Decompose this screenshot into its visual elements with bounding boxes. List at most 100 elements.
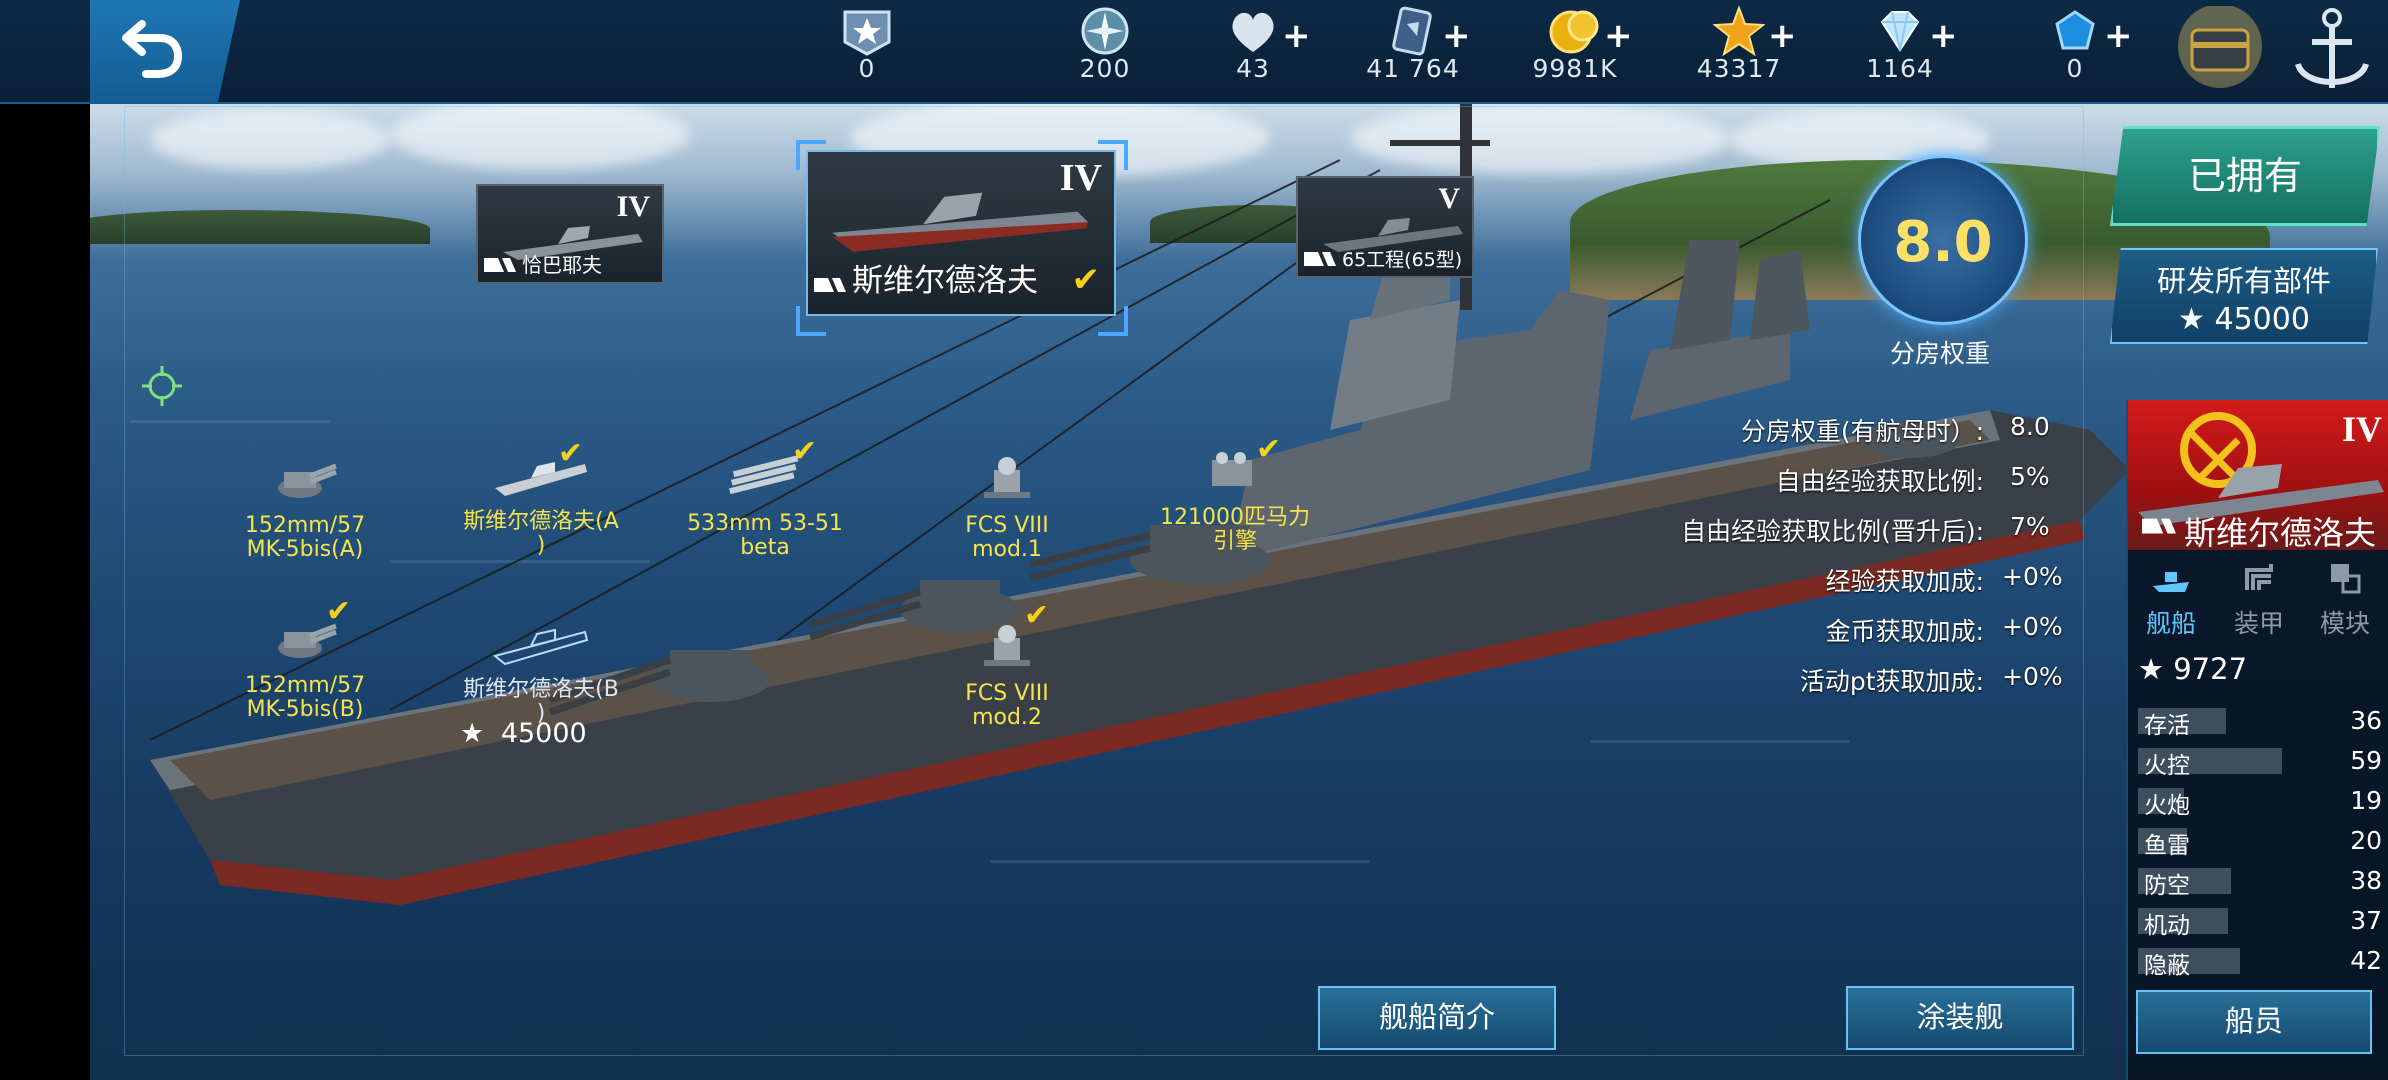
ship-points-value: 9727 xyxy=(2173,652,2248,686)
module-label: 斯维尔德洛夫(A ) xyxy=(463,509,619,558)
attribute-value: 20 xyxy=(2350,826,2382,855)
stat-row: 经验获取加成: +0% xyxy=(1600,558,2080,598)
add-diamond-button[interactable]: + xyxy=(1929,16,1958,56)
ship-card-name: 恰巴耶夫 xyxy=(522,253,602,277)
resource-value: 43317 xyxy=(1696,54,1782,83)
stat-key: 分房权重(有航母时）: xyxy=(1740,417,1984,446)
resource-rank: 0 xyxy=(792,0,942,104)
stat-row: 分房权重(有航母时）: 8.0 xyxy=(1600,408,2080,448)
armor-tab-icon xyxy=(2245,564,2273,590)
stat-value: +0% xyxy=(2002,612,2063,641)
stat-row: 金币获取加成: +0% xyxy=(1600,608,2080,648)
module-label: 533mm 53-51 beta xyxy=(687,511,843,560)
resource-value: 41 764 xyxy=(1366,54,1460,83)
attribute-value: 37 xyxy=(2350,906,2382,935)
attribute-label: 鱼雷 xyxy=(2144,833,2190,859)
compass-icon xyxy=(1081,7,1129,55)
research-all-cost-value: 45000 xyxy=(2214,302,2310,337)
add-gem-button[interactable]: + xyxy=(2104,16,2133,56)
anchor-icon[interactable] xyxy=(2284,4,2380,100)
attribute-value: 38 xyxy=(2350,866,2382,895)
resource-coin[interactable]: + 9981K xyxy=(1500,0,1650,104)
add-card-button[interactable]: + xyxy=(1442,16,1471,56)
attribute-value: 59 xyxy=(2350,746,2382,775)
module-cost: ★ 45000 xyxy=(460,718,587,749)
module-label: FCS VIII mod.2 xyxy=(965,681,1049,730)
researched-check-icon: ✔ xyxy=(558,436,584,471)
tab-ship[interactable]: 舰船 xyxy=(2128,558,2214,638)
attribute-row: 存活 36 xyxy=(2138,704,2382,739)
attribute-value: 42 xyxy=(2350,946,2382,975)
back-arrow-icon[interactable] xyxy=(108,16,188,86)
module-fcs-2[interactable]: FCS VIII mod.2 xyxy=(922,620,1092,730)
attribute-label: 火控 xyxy=(2144,753,2190,779)
attribute-row: 隐蔽 42 xyxy=(2138,944,2382,979)
stat-key: 自由经验获取比例: xyxy=(1775,467,1984,496)
weight-label: 分房权重 xyxy=(1890,339,1991,368)
tab-module[interactable]: 模块 xyxy=(2302,558,2388,638)
add-heart-button[interactable]: + xyxy=(1282,16,1311,56)
research-all-label: 研发所有部件 xyxy=(2156,264,2331,298)
target-icon[interactable] xyxy=(140,364,184,408)
gem-icon xyxy=(2055,10,2095,50)
module-torpedo[interactable]: 533mm 53-51 beta xyxy=(680,450,850,560)
module-tab-icon xyxy=(2331,564,2361,594)
selection-frame xyxy=(796,140,1128,336)
attribute-row: 火控 59 xyxy=(2138,744,2382,779)
resource-heart[interactable]: + 43 xyxy=(1178,0,1328,104)
attribute-row: 鱼雷 20 xyxy=(2138,824,2382,859)
attribute-label: 存活 xyxy=(2144,713,2190,739)
module-gun-a[interactable]: 152mm/57 MK-5bis(A) xyxy=(220,452,390,562)
tab-label: 模块 xyxy=(2319,609,2370,638)
coin-icon xyxy=(1549,10,1599,54)
add-coin-button[interactable]: + xyxy=(1604,16,1633,56)
ship-card-name: 65工程(65型) xyxy=(1342,249,1463,271)
module-engine[interactable]: 121000匹马力 引擎 xyxy=(1140,444,1330,554)
module-hull-a[interactable]: 斯维尔德洛夫(A ) xyxy=(446,448,636,558)
resource-diamond[interactable]: + 1164 xyxy=(1825,0,1975,104)
module-gun-b[interactable]: 152mm/57 MK-5bis(B) xyxy=(220,612,390,722)
ship-card-prev[interactable]: IV 恰巴耶夫 xyxy=(476,184,664,284)
top-bar: 0 200 + 43 + 41 764 + 9981K + 43317 + 11… xyxy=(0,0,2388,104)
module-hull-b[interactable]: 斯维尔德洛夫(B ) xyxy=(446,616,636,726)
add-star-button[interactable]: + xyxy=(1768,16,1797,56)
research-all-cost: ★ 45000 xyxy=(2112,302,2376,337)
stats-list: 分房权重(有航母时）: 8.0 自由经验获取比例: 5% 自由经验获取比例(晋升… xyxy=(1600,408,2080,708)
researched-check-icon: ✔ xyxy=(792,434,818,469)
resource-value: 9981K xyxy=(1532,54,1618,83)
resource-value: 0 xyxy=(2066,54,2084,83)
ship-intro-button[interactable]: 舰船简介 xyxy=(1318,986,1556,1050)
attribute-value: 19 xyxy=(2350,786,2382,815)
star-icon: ★ xyxy=(2138,652,2164,686)
resource-card[interactable]: + 41 764 xyxy=(1338,0,1488,104)
module-cost-value: 45000 xyxy=(500,718,587,749)
module-fcs-1[interactable]: FCS VIII mod.1 xyxy=(922,452,1092,562)
resource-gem[interactable]: + 0 xyxy=(2000,0,2150,104)
ship-name: 斯维尔德洛夫 xyxy=(2184,514,2377,550)
attribute-row: 防空 38 xyxy=(2138,864,2382,899)
attribute-row: 火炮 19 xyxy=(2138,784,2382,819)
research-all-button[interactable]: 研发所有部件 ★ 45000 xyxy=(2110,248,2378,344)
ship-tab-icon xyxy=(2153,572,2189,592)
paint-button[interactable]: 涂装舰 xyxy=(1846,986,2074,1050)
diamond-icon xyxy=(1880,11,1920,52)
owned-button[interactable]: 已拥有 xyxy=(2110,126,2380,226)
ship-card-next[interactable]: V 65工程(65型) xyxy=(1296,176,1474,278)
nation-flag-icon xyxy=(484,258,516,272)
researched-check-icon: ✔ xyxy=(326,594,352,629)
stat-value: +0% xyxy=(2002,562,2063,591)
crew-button[interactable]: 船员 xyxy=(2136,990,2372,1054)
stat-key: 自由经验获取比例(晋升后): xyxy=(1681,517,1984,546)
ship-tier: IV xyxy=(2341,409,2382,449)
treasure-chest-icon[interactable] xyxy=(2170,6,2270,96)
star-icon xyxy=(1713,6,1765,56)
stat-row: 活动pt获取加成: +0% xyxy=(1600,658,2080,698)
module-label: 152mm/57 MK-5bis(B) xyxy=(244,673,366,722)
stat-value: 8.0 xyxy=(2010,412,2050,441)
resource-star[interactable]: + 43317 xyxy=(1664,0,1814,104)
nation-flag-icon xyxy=(2142,518,2176,534)
attribute-label: 防空 xyxy=(2144,873,2190,899)
attribute-label: 机动 xyxy=(2144,913,2190,939)
heart-icon xyxy=(1232,12,1274,52)
tab-armor[interactable]: 装甲 xyxy=(2216,558,2302,638)
